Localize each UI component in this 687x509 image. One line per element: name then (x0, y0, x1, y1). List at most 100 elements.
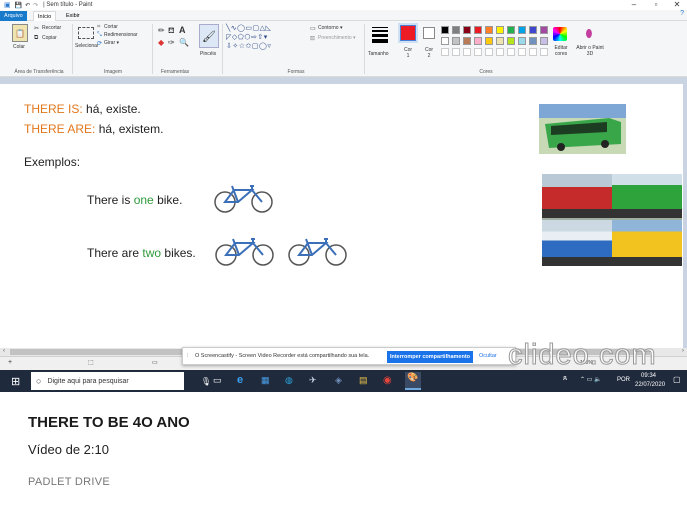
paint-canvas[interactable]: THERE IS: há, existe. THERE ARE: há, exi… (0, 84, 683, 348)
brushes-button[interactable]: Pincéis (200, 51, 216, 57)
app-icon-3[interactable]: ◈ (335, 375, 342, 386)
outline-icon[interactable]: ▭ (310, 25, 316, 32)
video-source[interactable]: PADLET DRIVE (28, 476, 110, 488)
clock-time[interactable]: 09:34 (641, 373, 656, 379)
microphone-icon[interactable]: 🎙 (201, 377, 211, 386)
close-button[interactable]: ✕ (667, 0, 687, 10)
windows-start-icon[interactable]: ⊞ (11, 375, 20, 388)
minimize-button[interactable]: – (624, 0, 644, 10)
palette-swatch[interactable] (463, 26, 471, 34)
paste-icon[interactable]: 📋 (12, 24, 28, 42)
help-icon[interactable]: ? (680, 10, 684, 17)
tab-arquivo[interactable]: Arquivo (0, 11, 27, 21)
palette-swatch[interactable] (452, 26, 460, 34)
color2-button[interactable]: Cor 2 (423, 47, 435, 59)
custom-color-swatch[interactable] (452, 48, 460, 56)
clock-date[interactable]: 22/07/2020 (635, 382, 665, 388)
rotate-button[interactable]: Girar ▾ (104, 40, 119, 46)
save-icon[interactable]: 💾 (15, 2, 22, 9)
scroll-left-icon[interactable]: ‹ (3, 348, 5, 354)
custom-color-swatch[interactable] (507, 48, 515, 56)
palette-swatch[interactable] (540, 26, 548, 34)
scroll-right-icon[interactable]: › (682, 348, 684, 354)
palette-swatch[interactable] (496, 26, 504, 34)
tab-inicio[interactable]: Início (33, 11, 57, 21)
paint3d-icon[interactable]: ⬮ (583, 26, 595, 42)
color2-swatch[interactable] (423, 27, 435, 39)
select-icon[interactable] (78, 27, 94, 39)
maximize-button[interactable]: ▫ (646, 0, 666, 10)
copy-icon[interactable]: ⧉ (34, 35, 38, 42)
palette-swatch[interactable] (452, 37, 460, 45)
tab-exibir[interactable]: Exibir (62, 11, 84, 21)
app-icon-2[interactable]: ✈ (309, 375, 317, 386)
task-view-icon[interactable]: ▭ (213, 375, 222, 386)
outline-button[interactable]: Contorno ▾ (318, 25, 342, 31)
palette-swatch[interactable] (485, 37, 493, 45)
copy-button[interactable]: Copiar (42, 35, 57, 41)
resize-icon[interactable]: ⤡ (97, 32, 102, 39)
palette-swatch[interactable] (441, 26, 449, 34)
crop-button[interactable]: Cortar (104, 24, 118, 30)
palette-swatch[interactable] (529, 37, 537, 45)
custom-color-swatch[interactable] (474, 48, 482, 56)
palette-swatch[interactable] (463, 37, 471, 45)
redo-icon[interactable]: ↷ (33, 2, 38, 9)
cut-button[interactable]: Recortar (42, 25, 61, 31)
palette-swatch[interactable] (496, 37, 504, 45)
people-icon[interactable]: ጸ (563, 375, 567, 383)
edge-icon[interactable]: e (237, 374, 243, 386)
custom-color-swatch[interactable] (485, 48, 493, 56)
pencil-icon[interactable]: ✏ (158, 26, 165, 35)
app-icon-4[interactable]: ▤ (359, 375, 368, 386)
resize-button[interactable]: Redimensionar (104, 32, 138, 38)
video-title[interactable]: THERE TO BE 4O ANO (28, 414, 190, 431)
fill-icon[interactable]: ⛾ (168, 26, 175, 36)
magnifier-icon[interactable]: 🔍 (179, 38, 189, 47)
crop-icon[interactable]: ⌗ (97, 24, 100, 31)
cut-icon[interactable]: ✂ (34, 25, 39, 32)
tray-icons[interactable]: ⌃ ▭ 🔈 (580, 376, 602, 383)
palette-swatch[interactable] (485, 26, 493, 34)
custom-color-swatch[interactable] (496, 48, 504, 56)
custom-color-swatch[interactable] (518, 48, 526, 56)
text-icon[interactable]: A (179, 25, 186, 35)
palette-swatch[interactable] (474, 26, 482, 34)
eraser-icon[interactable]: ◆ (158, 38, 164, 47)
palette-swatch[interactable] (518, 37, 526, 45)
fill-shape-icon[interactable]: ⛾ (310, 35, 315, 43)
undo-icon[interactable]: ↶ (25, 2, 30, 9)
palette-swatch[interactable] (507, 26, 515, 34)
paint-taskbar-icon[interactable]: 🎨 (405, 372, 421, 390)
paint3d-button[interactable]: Abrir o Paint 3D (576, 45, 604, 57)
drag-handle-icon[interactable]: ⁞ (187, 353, 189, 359)
custom-color-swatch[interactable] (441, 48, 449, 56)
chrome-icon[interactable]: ◉ (383, 375, 392, 386)
edit-colors-icon[interactable] (553, 27, 567, 41)
shapes-gallery[interactable]: ╲∿◯▭▢△◺ ◸◇⬠⬡⇨⇧▾ ⇩✧☆✩▢◯▿ (226, 24, 308, 54)
hide-button[interactable]: Ocultar (479, 353, 497, 359)
taskbar-search-box[interactable]: ○ Digite aqui para pesquisar 🎙 (31, 372, 211, 390)
paste-button[interactable]: Colar (13, 44, 25, 50)
palette-swatch[interactable] (518, 26, 526, 34)
select-button[interactable]: Selecionar (75, 43, 99, 49)
size-button[interactable]: Tamanho (368, 51, 389, 57)
custom-color-swatch[interactable] (463, 48, 471, 56)
language-indicator[interactable]: POR (617, 377, 630, 383)
palette-swatch[interactable] (441, 37, 449, 45)
rotate-icon[interactable]: ⟳ (97, 40, 102, 47)
palette-swatch[interactable] (540, 37, 548, 45)
notification-icon[interactable]: ▢ (673, 375, 681, 384)
size-icon[interactable] (372, 27, 388, 43)
store-icon[interactable]: ▦ (261, 375, 270, 386)
brushes-icon[interactable]: 🖌 (199, 24, 219, 48)
edit-colors-button[interactable]: Editar cores (550, 45, 572, 57)
stop-sharing-button[interactable]: Interromper compartilhamento (387, 351, 473, 363)
custom-color-swatch[interactable] (540, 48, 548, 56)
color-picker-icon[interactable]: ✑ (168, 38, 175, 47)
custom-color-swatch[interactable] (529, 48, 537, 56)
color1-swatch[interactable] (398, 23, 418, 43)
palette-swatch[interactable] (529, 26, 537, 34)
color1-button[interactable]: Cor 1 (402, 47, 414, 59)
fill-shape-button[interactable]: Preenchimento ▾ (318, 35, 356, 41)
